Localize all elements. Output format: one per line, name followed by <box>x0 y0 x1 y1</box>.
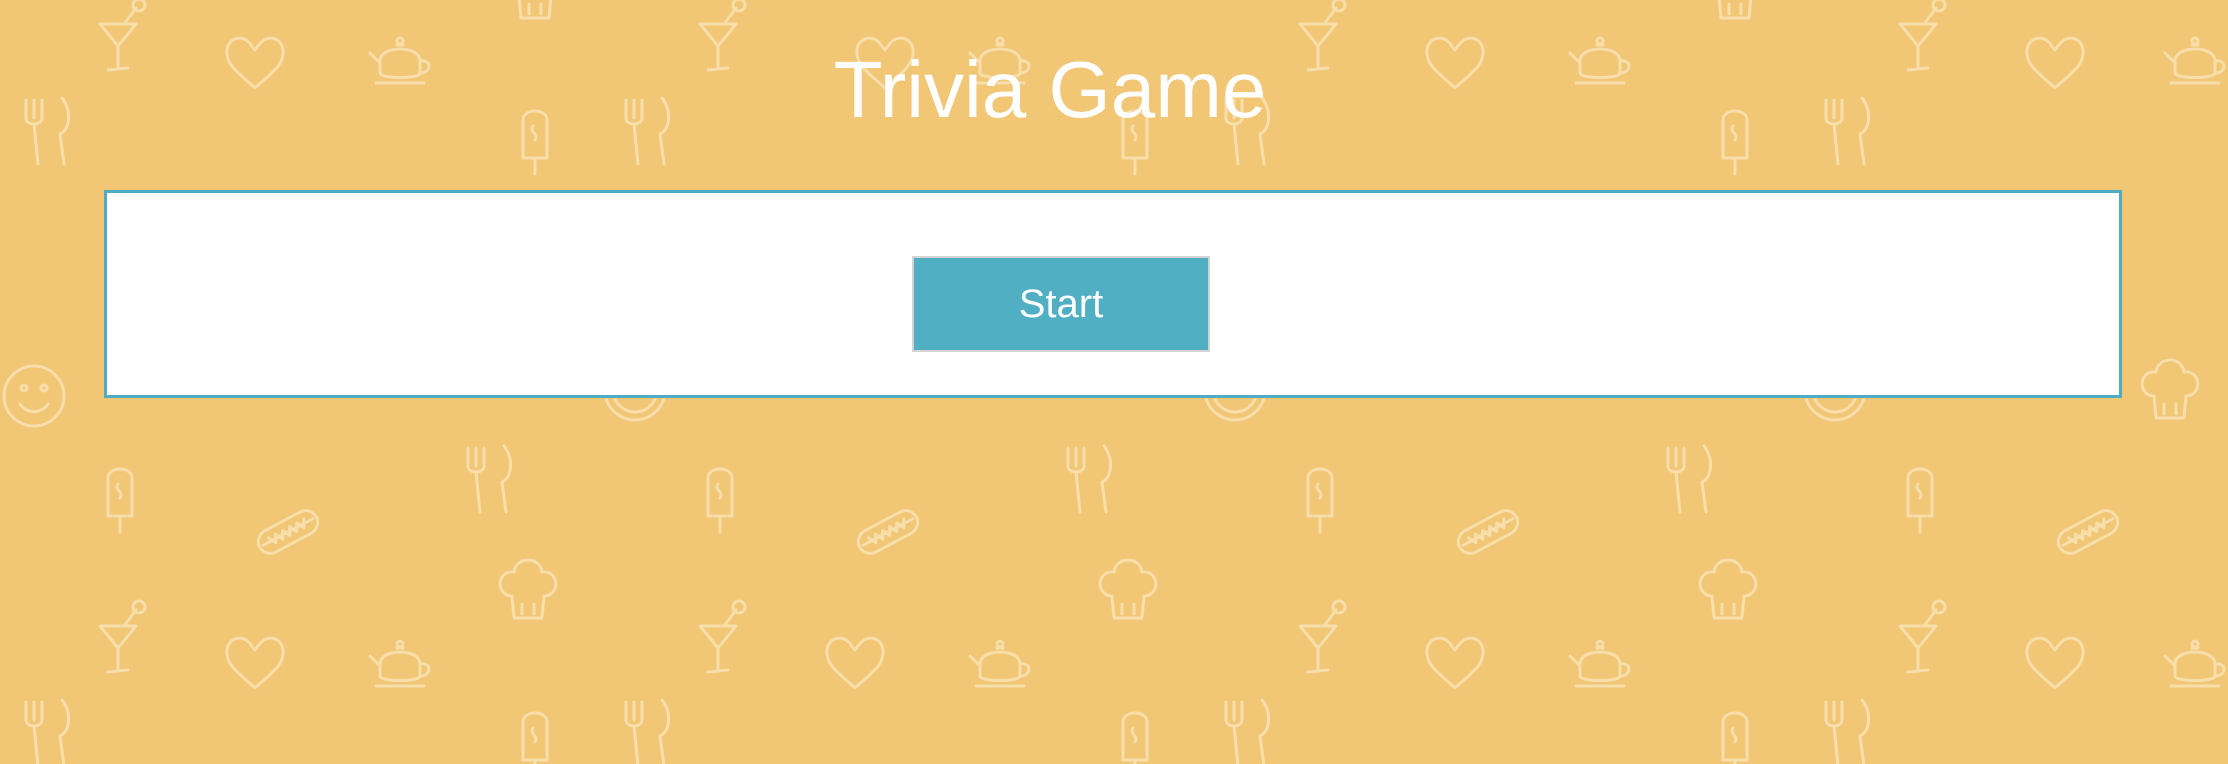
start-button[interactable]: Start <box>912 256 1210 352</box>
page-title: Trivia Game <box>833 45 1267 134</box>
game-panel: Start <box>104 190 2122 398</box>
